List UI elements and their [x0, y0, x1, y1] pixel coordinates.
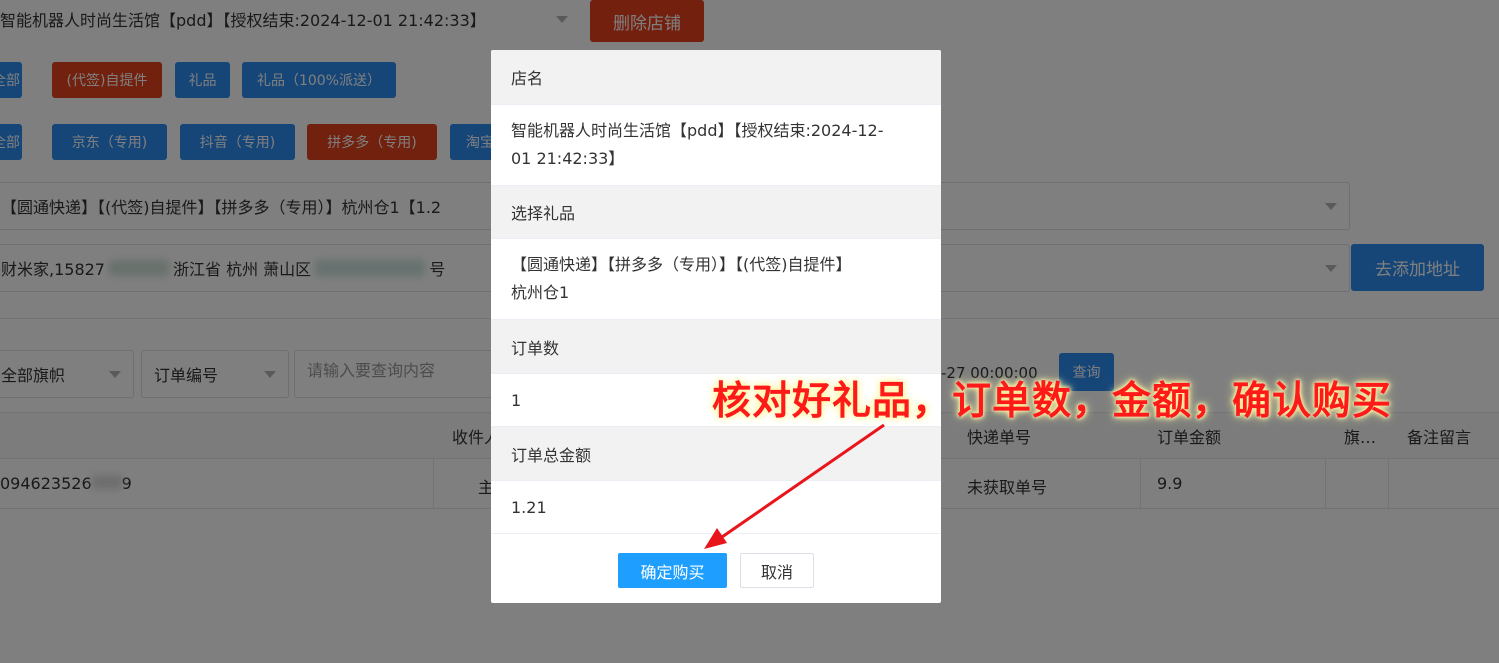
shop-label-row: 店名 — [491, 50, 941, 105]
gift-label-row: 选择礼品 — [491, 186, 941, 239]
total-value-row: 1.21 — [491, 481, 941, 534]
shop-value-line-1: 智能机器人时尚生活馆【pdd】【授权结束:2024-12- — [511, 121, 884, 140]
confirm-purchase-button[interactable]: 确定购买 — [618, 553, 727, 588]
gift-value-row: 【圆通快递】【拼多多（专用）】【(代签)自提件】 杭州仓1 — [491, 239, 941, 320]
order-count-label: 订单数 — [511, 338, 560, 358]
gift-label: 选择礼品 — [511, 204, 576, 223]
annotation-text: 核对好礼品，订单数，金额，确认购买 — [712, 379, 1393, 424]
total-value: 1.21 — [511, 497, 547, 517]
order-count-value: 1 — [511, 390, 522, 410]
shop-label: 店名 — [511, 69, 544, 88]
total-label: 订单总金额 — [511, 445, 592, 465]
gift-value-line-2: 杭州仓1 — [511, 283, 570, 302]
gift-value: 【圆通快递】【拼多多（专用）】【(代签)自提件】 杭州仓1 — [511, 251, 852, 307]
shop-value-line-2: 01 21:42:33】 — [511, 149, 625, 168]
gift-value-line-1: 【圆通快递】【拼多多（专用）】【(代签)自提件】 — [511, 255, 852, 274]
total-label-row: 订单总金额 — [491, 427, 941, 481]
order-count-label-row: 订单数 — [491, 320, 941, 374]
shop-value-row: 智能机器人时尚生活馆【pdd】【授权结束:2024-12- 01 21:42:3… — [491, 105, 941, 186]
purchase-confirm-modal: 店名 智能机器人时尚生活馆【pdd】【授权结束:2024-12- 01 21:4… — [491, 50, 941, 603]
shop-value: 智能机器人时尚生活馆【pdd】【授权结束:2024-12- 01 21:42:3… — [511, 117, 884, 173]
cancel-button[interactable]: 取消 — [740, 553, 814, 588]
